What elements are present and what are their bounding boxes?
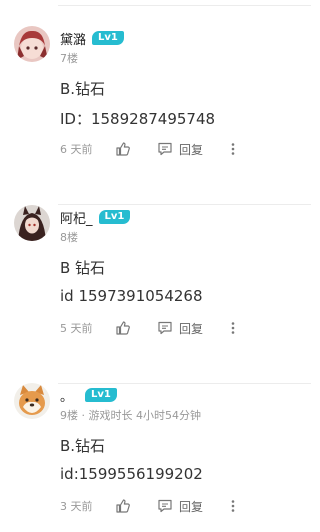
level-badge: Lv1 [98, 210, 131, 224]
level-badge: Lv1 [92, 31, 124, 45]
more-vertical-icon[interactable] [225, 498, 241, 514]
avatar-image [14, 205, 50, 241]
avatar-image [14, 383, 50, 419]
comment-icon[interactable] [157, 141, 173, 157]
reply-button[interactable]: 回复 [179, 320, 203, 337]
avatar-image [14, 26, 50, 62]
thumbs-up-icon[interactable] [115, 141, 131, 157]
comment-item: 黛潞 Lv1 7楼 B.钻石 ID：1589287495748 6 天前 回复 [0, 26, 311, 205]
username[interactable]: 黛潞 [60, 29, 86, 48]
name-row: 阿杞_ Lv1 [60, 208, 131, 227]
reply-button[interactable]: 回复 [179, 498, 203, 515]
name-row: 。 Lv1 [60, 386, 117, 405]
thumbs-up-icon[interactable] [115, 320, 131, 336]
comment-text-line: B.钻石 [60, 80, 106, 98]
comment-actions: 6 天前 回复 [60, 141, 250, 157]
floor-meta: 7楼 [60, 52, 78, 65]
comment-text-line: id 1597391054268 [60, 287, 203, 305]
more-vertical-icon[interactable] [225, 141, 241, 157]
comment-icon[interactable] [157, 498, 173, 514]
timestamp: 3 天前 [60, 500, 93, 513]
username[interactable]: 阿杞_ [60, 208, 93, 227]
comment-text-line: id:1599556199202 [60, 465, 203, 483]
comment-icon[interactable] [157, 320, 173, 336]
comment-text-line: B 钻石 [60, 259, 106, 277]
top-divider [58, 5, 311, 6]
avatar[interactable] [14, 205, 50, 241]
reply-button[interactable]: 回复 [179, 141, 203, 158]
floor-meta: 9楼 · 游戏时长 4小时54分钟 [60, 409, 201, 422]
comment-item: 阿杞_ Lv1 8楼 B 钻石 id 1597391054268 5 天前 回复 [0, 205, 311, 384]
more-vertical-icon[interactable] [225, 320, 241, 336]
avatar[interactable] [14, 383, 50, 419]
comment-item: 。 Lv1 9楼 · 游戏时长 4小时54分钟 B.钻石 id:15995561… [0, 383, 311, 532]
comment-text-line: B.钻石 [60, 437, 106, 455]
username[interactable]: 。 [60, 386, 73, 405]
timestamp: 5 天前 [60, 322, 93, 335]
thumbs-up-icon[interactable] [115, 498, 131, 514]
comment-actions: 5 天前 回复 [60, 320, 250, 336]
level-badge: Lv1 [85, 388, 117, 402]
floor-meta: 8楼 [60, 231, 78, 244]
comment-actions: 3 天前 回复 [60, 498, 250, 514]
timestamp: 6 天前 [60, 143, 93, 156]
avatar[interactable] [14, 26, 50, 62]
comment-text-line: ID：1589287495748 [60, 110, 216, 128]
name-row: 黛潞 Lv1 [60, 29, 124, 48]
